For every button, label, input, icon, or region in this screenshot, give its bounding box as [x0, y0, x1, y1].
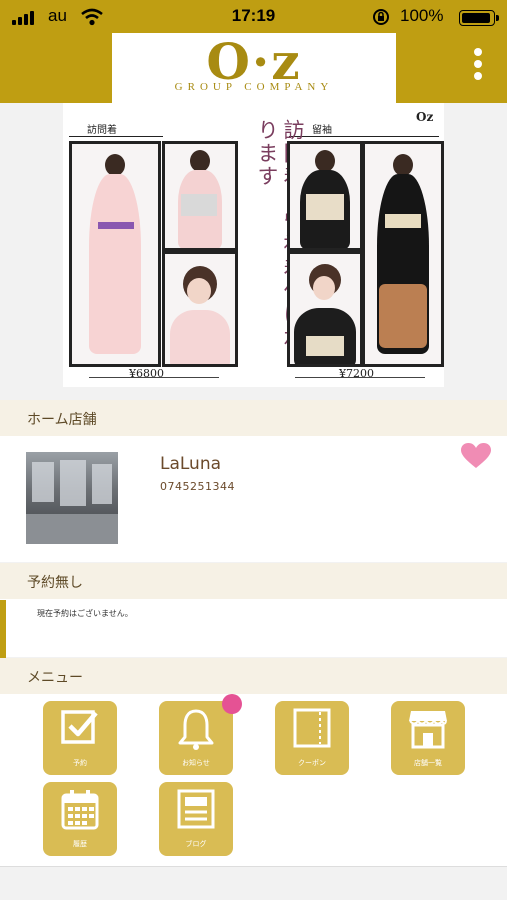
menu-button-stores[interactable]: 店舗一覧 — [391, 701, 465, 775]
menu-label-reservation: 予約 — [73, 759, 87, 767]
coupon-icon — [293, 708, 331, 748]
reservation-header: 予約無し — [0, 563, 507, 599]
blog-icon — [177, 789, 215, 829]
menu-label-coupon: クーポン — [298, 759, 326, 767]
price-homongi: ¥6800 — [129, 367, 164, 380]
photo-tomesode-front — [362, 141, 444, 367]
status-bar: au 17:19 100% — [0, 0, 507, 34]
photo-homongi-back — [162, 141, 238, 251]
battery-percent: 100% — [400, 6, 444, 25]
photo-hairstyle — [162, 251, 238, 367]
reservation-accent-bar — [0, 600, 6, 658]
menu-button-blog[interactable]: ブログ — [159, 782, 233, 856]
home-store-header: ホーム店舗 — [0, 400, 507, 436]
store-photo — [26, 452, 118, 544]
photo-tomesode-back — [287, 141, 363, 251]
logo-subtitle: GROUP COMPANY — [174, 81, 334, 93]
orientation-lock-icon — [373, 9, 389, 25]
menu-title: メニュー — [27, 670, 83, 686]
reservation-message: 現在予約はございません。 — [37, 609, 133, 618]
bottom-divider — [0, 866, 507, 867]
company-logo: O·z GROUP COMPANY — [112, 33, 396, 103]
battery-icon — [459, 10, 499, 26]
favorite-heart-icon[interactable] — [461, 443, 491, 469]
banner-caption-right: 留袖 — [312, 125, 332, 136]
menu-label-stores: 店舗一覧 — [414, 759, 442, 767]
calendar-icon — [61, 790, 99, 830]
menu-label-history: 履歴 — [73, 840, 87, 848]
photo-tomesode-portrait — [287, 251, 363, 367]
bell-icon — [178, 709, 214, 750]
banner-mini-logo: Oz — [416, 110, 434, 124]
more-menu-icon[interactable] — [472, 48, 484, 88]
app-header: au 17:19 100% O·z GROUP COMPANY — [0, 0, 507, 103]
menu-button-reservation[interactable]: 予約 — [43, 701, 117, 775]
price-tomesode: ¥7200 — [339, 367, 374, 380]
photo-homongi-front — [69, 141, 161, 367]
store-phone[interactable]: 0745251344 — [160, 480, 235, 493]
menu-label-blog: ブログ — [185, 840, 207, 848]
store-name[interactable]: LaLuna — [160, 454, 221, 474]
menu-label-news: お知らせ — [182, 759, 210, 767]
promo-banner[interactable]: 訪問着 留袖 Oz 訪問着、留袖着付け承ります ¥6800 ¥7200 — [63, 103, 444, 387]
menu-header: メニュー — [0, 658, 507, 694]
menu-button-coupon[interactable]: クーポン — [275, 701, 349, 775]
store-icon — [409, 711, 447, 749]
home-store-title: ホーム店舗 — [27, 412, 97, 428]
reservation-title: 予約無し — [27, 575, 83, 591]
notification-badge — [222, 694, 242, 714]
menu-button-news[interactable]: お知らせ — [159, 701, 233, 775]
checkbox-icon — [61, 710, 98, 744]
menu-button-history[interactable]: 履歴 — [43, 782, 117, 856]
banner-caption-left: 訪問着 — [87, 125, 117, 136]
